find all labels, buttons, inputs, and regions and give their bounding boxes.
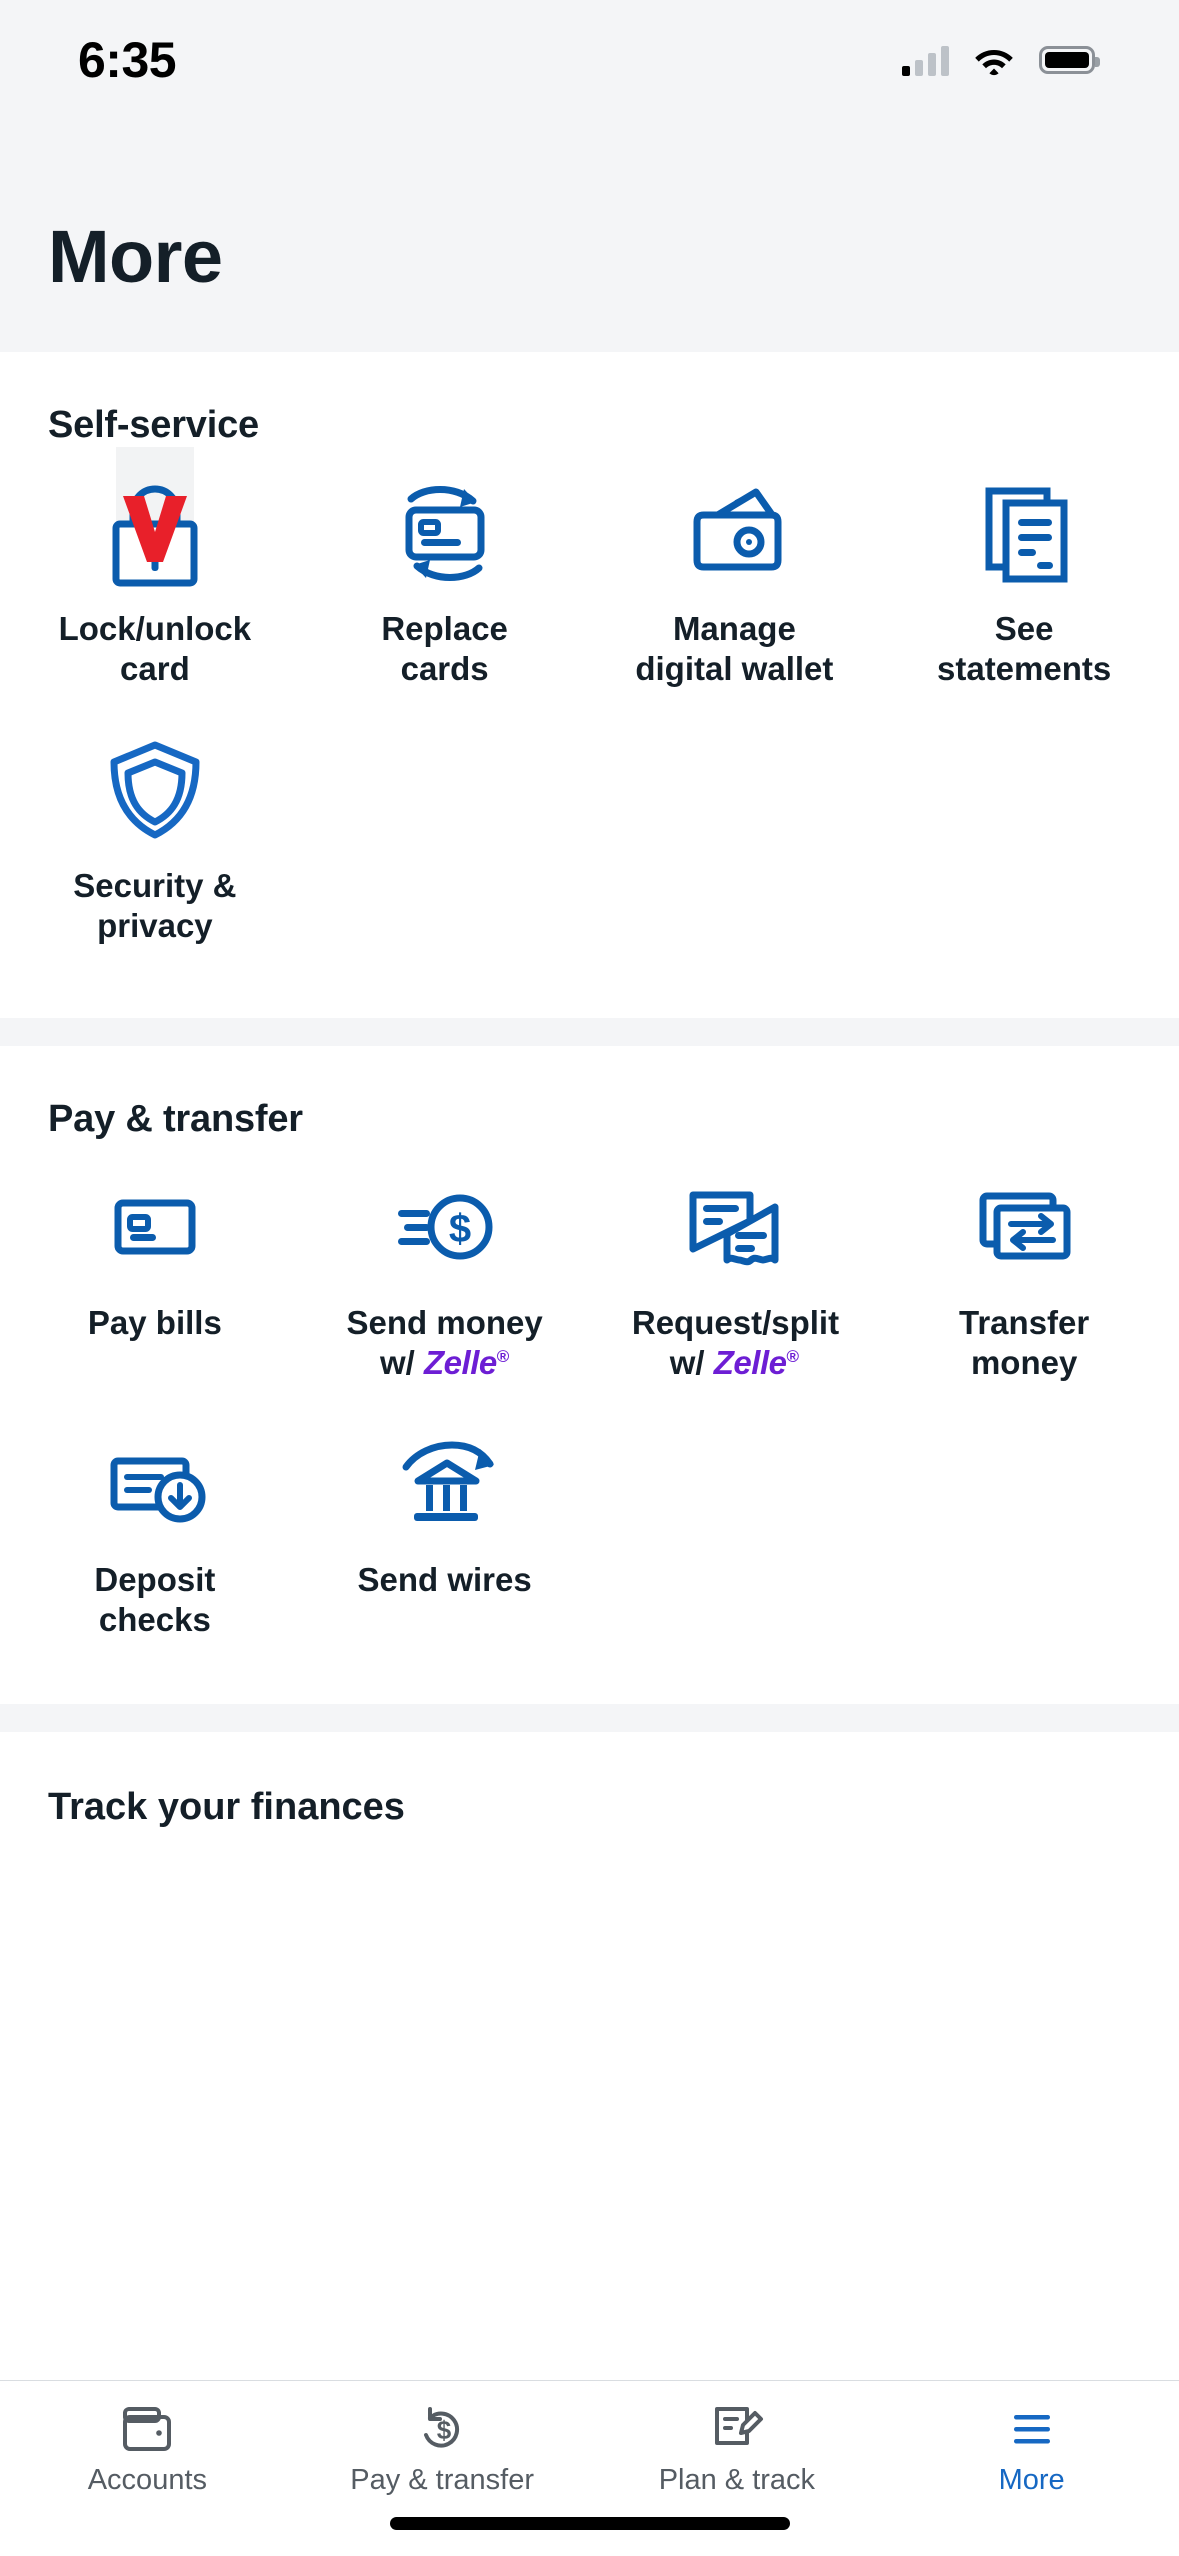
tab-label: Plan & track [658, 2464, 816, 2496]
wallet-cards-icon [598, 465, 872, 601]
wallet-icon [119, 2403, 175, 2455]
zelle-brand: Zelle [424, 1344, 497, 1382]
tile-security-privacy[interactable]: Security & privacy [10, 704, 300, 961]
section-self-service: Self-service Lock/unlock card Replace ca… [0, 352, 1179, 1018]
tile-label-line1: Request/split [631, 1304, 840, 1341]
send-money-zelle-icon: $ [308, 1159, 582, 1295]
pay-transfer-grid: Pay bills $ Send money w/ Zelle® Request… [0, 1141, 1179, 1654]
tab-accounts[interactable]: Accounts [0, 2381, 295, 2556]
tile-label: Lock/unlock card [58, 610, 252, 688]
section-track-finances: Track your finances [0, 1732, 1179, 1829]
grid-spacer [879, 1398, 1169, 1655]
send-wires-icon [308, 1416, 582, 1552]
section-pay-transfer: Pay & transfer Pay bills $ Send money w/… [0, 1046, 1179, 1704]
card-icon [18, 1159, 292, 1295]
tab-label: More [998, 2464, 1065, 2496]
home-indicator[interactable] [389, 2517, 790, 2530]
split-receipts-icon [598, 1159, 872, 1295]
documents-icon [887, 465, 1161, 601]
registered-mark: ® [786, 1347, 799, 1367]
registered-mark: ® [496, 1347, 510, 1367]
tile-transfer-money[interactable]: Transfer money [879, 1141, 1169, 1398]
tile-label-prefix: w/ [669, 1344, 714, 1382]
section-divider [0, 1018, 1179, 1046]
dollar-refresh-icon: $ [414, 2403, 470, 2455]
tile-replace-cards[interactable]: Replace cards [300, 447, 590, 704]
deposit-check-icon [18, 1416, 292, 1552]
tile-label: Transfer money [959, 1304, 1090, 1382]
card-refresh-icon [308, 465, 582, 601]
tile-label-line1: Send money [346, 1304, 543, 1341]
tile-deposit-checks[interactable]: Deposit checks [10, 1398, 300, 1655]
tile-request-split-zelle[interactable]: Request/split w/ Zelle® [590, 1141, 880, 1398]
grid-spacer [300, 704, 590, 961]
zelle-brand: Zelle [713, 1344, 787, 1382]
section-title-pay-transfer: Pay & transfer [48, 1098, 303, 1140]
tile-send-money-zelle[interactable]: $ Send money w/ Zelle® [300, 1141, 590, 1398]
padlock-icon [18, 465, 292, 601]
tile-label: Send money w/ Zelle® [347, 1303, 543, 1384]
status-bar: 6:35 [0, 0, 1179, 120]
hamburger-icon [1004, 2403, 1060, 2455]
tile-label: See statements [937, 610, 1112, 688]
tile-pay-bills[interactable]: Pay bills [10, 1141, 300, 1398]
tile-see-statements[interactable]: See statements [879, 447, 1169, 704]
page-title: More [48, 215, 223, 298]
note-pencil-icon [709, 2403, 765, 2455]
tile-label-prefix: w/ [380, 1344, 425, 1382]
tile-send-wires[interactable]: Send wires [300, 1398, 590, 1655]
tile-label: Security & privacy [73, 866, 237, 944]
status-bar-icons [902, 44, 1100, 76]
tab-label: Pay & transfer [350, 2464, 534, 2496]
grid-spacer [590, 704, 880, 961]
tile-label: Send wires [357, 1560, 532, 1598]
section-title-self-service: Self-service [48, 404, 259, 446]
tile-label: Manage digital wallet [635, 610, 834, 688]
tab-label: Accounts [87, 2464, 208, 2496]
transfer-money-icon [887, 1159, 1161, 1295]
tab-more[interactable]: More [884, 2381, 1179, 2556]
grid-spacer [590, 1398, 880, 1655]
tile-lock-unlock-card[interactable]: Lock/unlock card [10, 447, 300, 704]
page-header: More [0, 120, 1179, 352]
battery-icon [1039, 46, 1100, 74]
tile-label: Replace cards [381, 610, 508, 688]
tile-label: Pay bills [87, 1304, 222, 1341]
tile-manage-digital-wallet[interactable]: Manage digital wallet [590, 447, 880, 704]
self-service-grid: Lock/unlock card Replace cards Manage di… [0, 447, 1179, 960]
section-title-track-finances: Track your finances [48, 1786, 405, 1828]
signal-bars-icon [902, 44, 949, 76]
status-bar-time: 6:35 [78, 32, 177, 88]
section-divider [0, 1704, 1179, 1732]
svg-text:$: $ [437, 2415, 452, 2445]
tile-label: Request/split w/ Zelle® [631, 1303, 840, 1384]
grid-spacer [879, 704, 1169, 961]
shield-icon [18, 722, 292, 858]
wifi-icon [973, 44, 1015, 76]
tile-label: Deposit checks [94, 1560, 216, 1638]
bottom-tab-bar: Accounts $ Pay & transfer Plan & track M… [0, 2380, 1179, 2556]
svg-text:$: $ [449, 1207, 471, 1251]
